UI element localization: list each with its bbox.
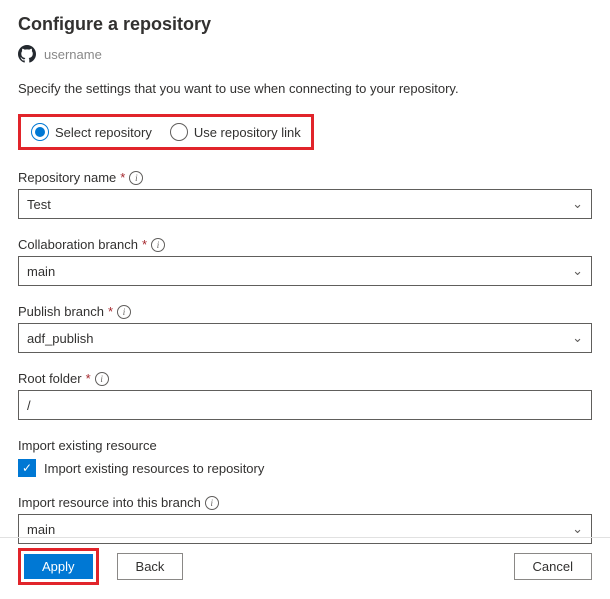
info-icon[interactable]: i xyxy=(151,238,165,252)
radio-label: Select repository xyxy=(55,125,152,140)
select-value: main xyxy=(27,264,55,279)
info-icon[interactable]: i xyxy=(117,305,131,319)
field-root-folder: Root folder * i / xyxy=(18,371,592,420)
radio-icon xyxy=(170,123,188,141)
field-label-text: Collaboration branch xyxy=(18,237,138,252)
input-value: / xyxy=(27,398,31,413)
owner-row: username xyxy=(18,45,592,63)
radio-use-repository-link[interactable]: Use repository link xyxy=(170,123,301,141)
required-marker: * xyxy=(108,304,113,319)
chevron-down-icon: ⌄ xyxy=(572,196,583,212)
chevron-down-icon: ⌄ xyxy=(572,521,583,537)
select-value: main xyxy=(27,522,55,537)
github-icon xyxy=(18,45,36,63)
checkmark-icon: ✓ xyxy=(22,461,32,475)
import-existing-checkbox[interactable]: ✓ xyxy=(18,459,36,477)
repository-name-select[interactable]: Test ⌄ xyxy=(18,189,592,219)
field-import-existing: Import existing resource ✓ Import existi… xyxy=(18,438,592,477)
root-folder-input[interactable]: / xyxy=(18,390,592,420)
required-marker: * xyxy=(142,237,147,252)
required-marker: * xyxy=(86,371,91,386)
radio-select-repository[interactable]: Select repository xyxy=(31,123,152,141)
back-button[interactable]: Back xyxy=(117,553,184,580)
import-existing-header: Import existing resource xyxy=(18,438,592,453)
select-value: adf_publish xyxy=(27,331,94,346)
info-icon[interactable]: i xyxy=(95,372,109,386)
radio-icon xyxy=(31,123,49,141)
info-icon[interactable]: i xyxy=(129,171,143,185)
field-publish-branch: Publish branch * i adf_publish ⌄ xyxy=(18,304,592,353)
field-label-text: Repository name xyxy=(18,170,116,185)
field-label-text: Root folder xyxy=(18,371,82,386)
radio-label: Use repository link xyxy=(194,125,301,140)
publish-branch-select[interactable]: adf_publish ⌄ xyxy=(18,323,592,353)
collaboration-branch-select[interactable]: main ⌄ xyxy=(18,256,592,286)
required-marker: * xyxy=(120,170,125,185)
owner-name: username xyxy=(44,47,102,62)
cancel-button[interactable]: Cancel xyxy=(514,553,592,580)
field-collaboration-branch: Collaboration branch * i main ⌄ xyxy=(18,237,592,286)
field-label-text: Import resource into this branch xyxy=(18,495,201,510)
field-repository-name: Repository name * i Test ⌄ xyxy=(18,170,592,219)
footer-bar: Apply Back Cancel xyxy=(0,537,610,599)
apply-button[interactable]: Apply xyxy=(24,554,93,579)
select-value: Test xyxy=(27,197,51,212)
field-label-text: Publish branch xyxy=(18,304,104,319)
chevron-down-icon: ⌄ xyxy=(572,330,583,346)
chevron-down-icon: ⌄ xyxy=(572,263,583,279)
info-icon[interactable]: i xyxy=(205,496,219,510)
apply-highlight: Apply xyxy=(18,548,99,585)
mode-selector-highlight: Select repository Use repository link xyxy=(18,114,314,150)
checkbox-label: Import existing resources to repository xyxy=(44,461,264,476)
page-title: Configure a repository xyxy=(18,14,592,35)
description-text: Specify the settings that you want to us… xyxy=(18,81,592,96)
